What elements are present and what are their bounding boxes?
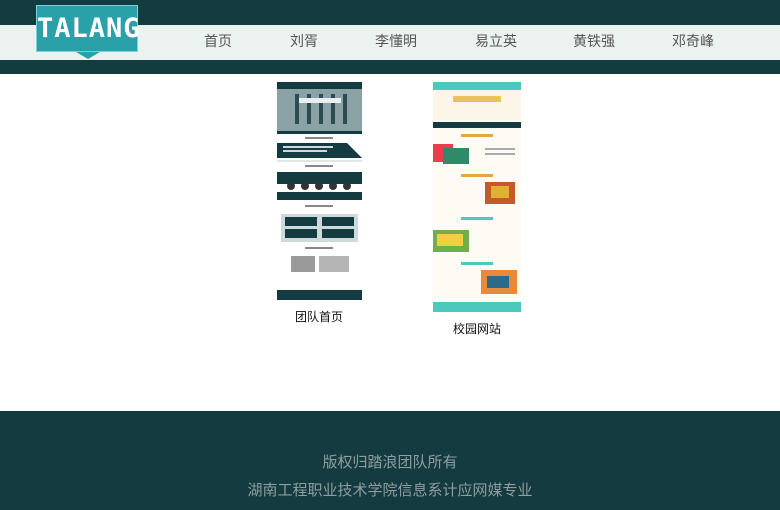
logo-stand xyxy=(76,52,100,59)
nav-item-yiliying[interactable]: 易立英 xyxy=(475,25,517,60)
footer-institution: 湖南工程职业技术学院信息系计应网媒专业 xyxy=(247,481,533,499)
team-homepage-caption: 团队首页 xyxy=(294,310,344,324)
nav-item-lidongming[interactable]: 李懂明 xyxy=(375,25,417,60)
campus-website-thumbnail[interactable] xyxy=(433,82,521,312)
nav-item-huangtieqiang[interactable]: 黄铁强 xyxy=(573,25,615,60)
footer-copyright: 版权归踏浪团队所有 xyxy=(322,453,458,471)
site-logo[interactable]: TALANG xyxy=(36,5,140,52)
nav-item-dengqifeng[interactable]: 邓奇峰 xyxy=(672,25,714,60)
team-homepage-preview-image xyxy=(277,82,362,300)
nav-item-liuxu[interactable]: 刘胥 xyxy=(290,25,318,60)
team-homepage-thumbnail[interactable] xyxy=(277,82,362,300)
campus-website-preview-image xyxy=(433,82,521,312)
campus-website-caption: 校园网站 xyxy=(452,322,502,336)
nav-item-home[interactable]: 首页 xyxy=(204,25,232,60)
